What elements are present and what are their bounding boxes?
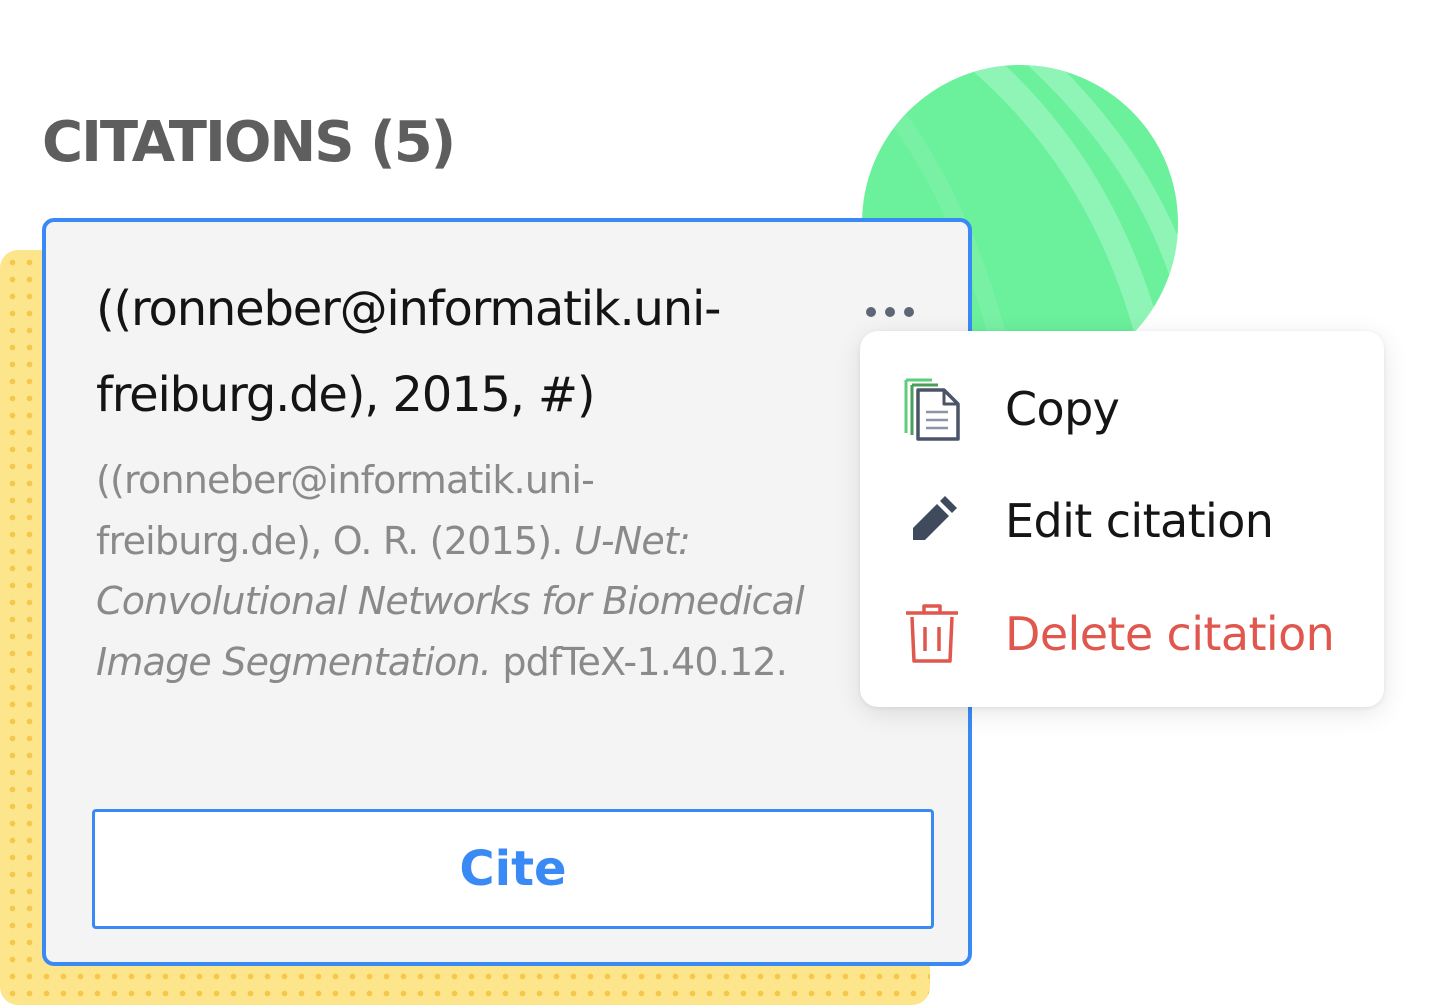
more-horizontal-icon-dot bbox=[904, 307, 914, 317]
citation-short-line-2: freiburg.de), 2015, #) bbox=[96, 367, 596, 423]
menu-item-copy[interactable]: Copy bbox=[860, 359, 1384, 459]
menu-item-delete-label: Delete citation bbox=[1005, 607, 1335, 661]
menu-item-copy-label: Copy bbox=[1005, 382, 1120, 436]
citation-publisher: pdfTeX-1.40.12. bbox=[502, 639, 788, 684]
menu-item-edit-citation[interactable]: Edit citation bbox=[860, 471, 1384, 571]
menu-item-delete-citation[interactable]: Delete citation bbox=[860, 584, 1384, 684]
more-horizontal-icon-dot bbox=[885, 307, 895, 317]
citation-short-line-1: ((ronneber@informatik.uni- bbox=[96, 281, 721, 337]
citation-context-menu: Copy Edit citation Delete citation bbox=[860, 331, 1384, 707]
citation-card: ((ronneber@informatik.uni- freiburg.de),… bbox=[42, 218, 972, 966]
cite-button[interactable]: Cite bbox=[92, 809, 934, 929]
more-options-button[interactable] bbox=[850, 292, 930, 332]
citation-full-reference: ((ronneber@informatik.uni-freiburg.de), … bbox=[96, 450, 816, 692]
copy-icon bbox=[900, 377, 964, 441]
trash-icon bbox=[900, 602, 964, 666]
section-title: CITATIONS (5) bbox=[42, 110, 456, 175]
more-horizontal-icon bbox=[866, 307, 876, 317]
citation-authors: ((ronneber@informatik.uni-freiburg.de), … bbox=[96, 458, 595, 563]
menu-item-edit-label: Edit citation bbox=[1005, 494, 1274, 548]
citation-short: ((ronneber@informatik.uni- freiburg.de),… bbox=[96, 266, 816, 438]
pencil-icon bbox=[900, 489, 964, 553]
